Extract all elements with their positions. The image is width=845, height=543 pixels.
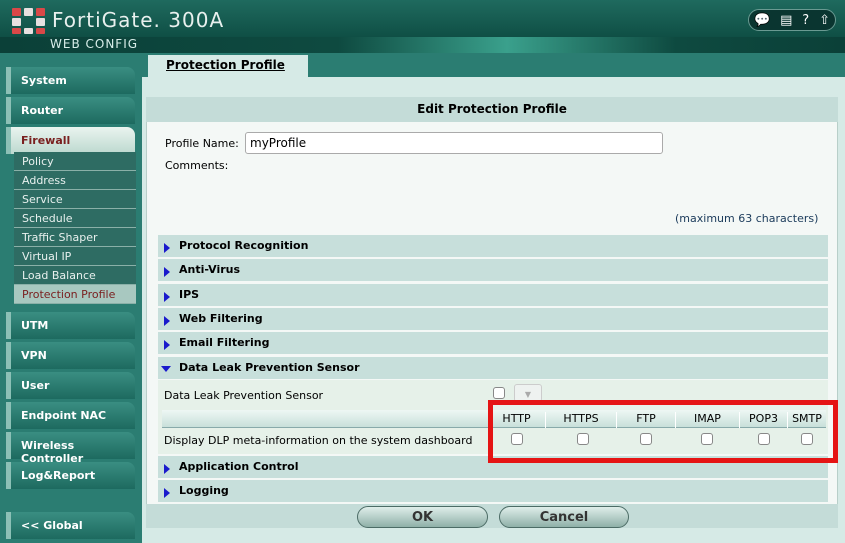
nav-system[interactable]: System xyxy=(6,67,135,94)
section-label: IPS xyxy=(179,288,200,301)
profile-name-input[interactable] xyxy=(245,132,663,154)
expand-icon xyxy=(164,464,170,474)
section-label: Web Filtering xyxy=(179,312,263,325)
section-label: Data Leak Prevention Sensor xyxy=(179,361,360,374)
section-label: Anti-Virus xyxy=(179,263,241,276)
nav-policy[interactable]: Policy xyxy=(14,152,136,171)
save-icon[interactable]: ▤ xyxy=(780,13,792,28)
nav-address[interactable]: Address xyxy=(14,171,136,190)
dlp-sensor-checkbox[interactable] xyxy=(493,387,505,399)
header-toolbar: 💬 ▤ ? ⇧ xyxy=(748,9,836,31)
dlp-meta-label: Display DLP meta-information on the syst… xyxy=(164,434,473,447)
section-dlp-sensor[interactable]: Data Leak Prevention Sensor xyxy=(158,357,828,379)
expand-icon xyxy=(164,292,170,302)
chat-icon[interactable]: 💬 xyxy=(754,13,770,28)
nav-load-balance[interactable]: Load Balance xyxy=(14,266,136,285)
button-bar xyxy=(146,504,838,528)
nav-user[interactable]: User xyxy=(6,372,135,399)
expand-icon xyxy=(164,243,170,253)
nav-protection-profile[interactable]: Protection Profile xyxy=(14,285,136,304)
nav-global[interactable]: << Global xyxy=(6,512,135,539)
expand-icon xyxy=(164,267,170,277)
sidebar: System Router Firewall Policy Address Se… xyxy=(0,53,142,543)
nav-utm[interactable]: UTM xyxy=(6,312,135,339)
help-icon[interactable]: ? xyxy=(802,13,809,28)
section-protocol-recognition[interactable]: Protocol Recognition xyxy=(158,235,828,257)
panel-title: Edit Protection Profile xyxy=(146,97,838,122)
nav-log-report[interactable]: Log&Report xyxy=(6,462,135,489)
ok-button[interactable]: OK xyxy=(357,506,488,528)
section-ips[interactable]: IPS xyxy=(158,284,828,306)
section-label: Logging xyxy=(179,484,229,497)
section-anti-virus[interactable]: Anti-Virus xyxy=(158,259,828,281)
comments-hint: (maximum 63 characters) xyxy=(675,212,819,225)
expand-icon xyxy=(164,316,170,326)
nav-firewall[interactable]: Firewall xyxy=(6,127,135,154)
expand-icon xyxy=(164,488,170,498)
nav-schedule[interactable]: Schedule xyxy=(14,209,136,228)
section-label: Protocol Recognition xyxy=(179,239,309,252)
logout-icon[interactable]: ⇧ xyxy=(819,13,830,28)
fortinet-logo xyxy=(12,8,46,34)
cancel-button[interactable]: Cancel xyxy=(499,506,629,528)
section-web-filtering[interactable]: Web Filtering xyxy=(158,308,828,330)
nav-wireless-controller[interactable]: Wireless Controller xyxy=(6,432,135,465)
expand-icon xyxy=(164,340,170,350)
brand-title: FortiGate. 300A xyxy=(52,8,225,32)
nav-virtual-ip[interactable]: Virtual IP xyxy=(14,247,136,266)
nav-endpoint-nac[interactable]: Endpoint NAC xyxy=(6,402,135,429)
collapse-icon xyxy=(161,366,171,372)
web-config-label: WEB CONFIG xyxy=(50,37,139,51)
section-label: Email Filtering xyxy=(179,336,270,349)
section-label: Application Control xyxy=(179,460,299,473)
profile-name-label: Profile Name: xyxy=(165,137,239,150)
comments-label: Comments: xyxy=(165,159,229,172)
nav-router[interactable]: Router xyxy=(6,97,135,124)
nav-service[interactable]: Service xyxy=(14,190,136,209)
highlight-box xyxy=(488,400,838,463)
nav-traffic-shaper[interactable]: Traffic Shaper xyxy=(14,228,136,247)
section-logging[interactable]: Logging xyxy=(158,480,828,502)
dlp-sensor-label: Data Leak Prevention Sensor xyxy=(164,389,324,402)
section-email-filtering[interactable]: Email Filtering xyxy=(158,332,828,354)
tab-protection-profile[interactable]: Protection Profile xyxy=(148,55,308,77)
nav-vpn[interactable]: VPN xyxy=(6,342,135,369)
